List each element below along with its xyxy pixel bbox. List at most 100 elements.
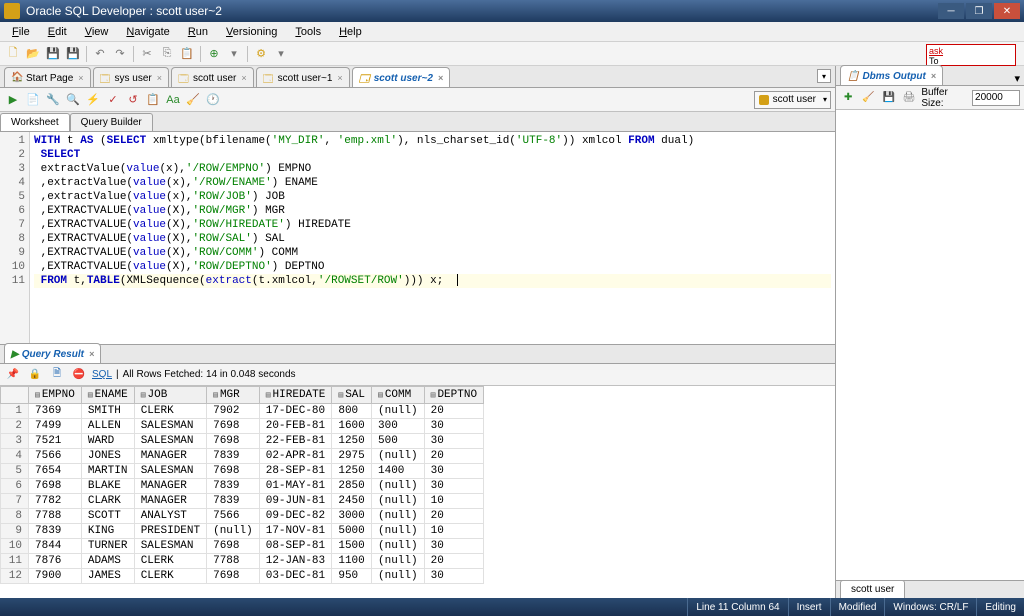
cell[interactable]: 2450 bbox=[332, 494, 372, 509]
menu-tools[interactable]: Tools bbox=[287, 24, 329, 40]
code-line-4[interactable]: ,extractValue(value(x),'/ROW/ENAME') ENA… bbox=[34, 176, 831, 190]
minimize-button[interactable]: ─ bbox=[938, 3, 964, 19]
cell[interactable]: ANALYST bbox=[134, 509, 206, 524]
tab-dbms-output[interactable]: 📋 Dbms Output × bbox=[840, 65, 943, 85]
tab-scott-user[interactable]: 🗔scott user× bbox=[171, 67, 254, 87]
dbms-conn-tab[interactable]: scott user bbox=[840, 580, 905, 598]
cell[interactable]: 20-FEB-81 bbox=[259, 419, 332, 434]
connect-icon[interactable]: ⊕ bbox=[205, 45, 223, 63]
unshared-ws-icon[interactable]: 📋 bbox=[144, 91, 162, 109]
cell[interactable]: MARTIN bbox=[81, 464, 134, 479]
cell[interactable]: WARD bbox=[81, 434, 134, 449]
cell[interactable]: (null) bbox=[372, 404, 425, 419]
run-script-icon[interactable]: 📄 bbox=[24, 91, 42, 109]
cell[interactable]: MANAGER bbox=[134, 449, 206, 464]
to-uppercase-icon[interactable]: Aa bbox=[164, 91, 182, 109]
cell[interactable]: 7839 bbox=[207, 479, 260, 494]
menu-versioning[interactable]: Versioning bbox=[218, 24, 285, 40]
ask-tom-widget[interactable]: ask To bbox=[926, 44, 1016, 66]
col-mgr[interactable]: ▤MGR bbox=[207, 387, 260, 404]
table-row[interactable]: 107844TURNERSALESMAN769808-SEP-811500(nu… bbox=[1, 539, 484, 554]
cell[interactable]: 09-DEC-82 bbox=[259, 509, 332, 524]
menu-help[interactable]: Help bbox=[331, 24, 370, 40]
col-sal[interactable]: ▤SAL bbox=[332, 387, 372, 404]
cell[interactable]: JONES bbox=[81, 449, 134, 464]
tab-querybuilder[interactable]: Query Builder bbox=[70, 113, 153, 131]
cell[interactable]: KING bbox=[81, 524, 134, 539]
col-job[interactable]: ▤JOB bbox=[134, 387, 206, 404]
print-dbms-icon[interactable]: 🖨 bbox=[901, 89, 917, 107]
cell[interactable]: 30 bbox=[424, 539, 483, 554]
col-hiredate[interactable]: ▤HIREDATE bbox=[259, 387, 332, 404]
tab-scott-user-1[interactable]: 🗔scott user~1× bbox=[256, 67, 350, 87]
cell[interactable]: (null) bbox=[372, 479, 425, 494]
cell[interactable]: 08-SEP-81 bbox=[259, 539, 332, 554]
tab-sys-user[interactable]: 🗔sys user× bbox=[93, 67, 170, 87]
rollback-icon[interactable]: ↺ bbox=[124, 91, 142, 109]
cell[interactable]: 7566 bbox=[29, 449, 82, 464]
cell[interactable]: 01-MAY-81 bbox=[259, 479, 332, 494]
autotrace-icon[interactable]: 🔧 bbox=[44, 91, 62, 109]
cell[interactable]: JAMES bbox=[81, 569, 134, 584]
cell[interactable]: 7839 bbox=[29, 524, 82, 539]
cell[interactable]: 03-DEC-81 bbox=[259, 569, 332, 584]
cell[interactable]: 7902 bbox=[207, 404, 260, 419]
cell[interactable]: 30 bbox=[424, 434, 483, 449]
cell[interactable]: 300 bbox=[372, 419, 425, 434]
table-row[interactable]: 97839KINGPRESIDENT(null)17-NOV-815000(nu… bbox=[1, 524, 484, 539]
cell[interactable]: 10 bbox=[424, 524, 483, 539]
cell[interactable]: 10 bbox=[424, 494, 483, 509]
close-tab-icon[interactable]: × bbox=[438, 73, 443, 83]
cell[interactable]: ADAMS bbox=[81, 554, 134, 569]
cell[interactable]: 7844 bbox=[29, 539, 82, 554]
maximize-button[interactable]: ❐ bbox=[966, 3, 992, 19]
cell[interactable]: BLAKE bbox=[81, 479, 134, 494]
cell[interactable]: (null) bbox=[372, 554, 425, 569]
dropdown-icon[interactable]: ▾ bbox=[225, 45, 243, 63]
col-comm[interactable]: ▤COMM bbox=[372, 387, 425, 404]
clear-dbms-icon[interactable]: 🧹 bbox=[860, 89, 876, 107]
cell[interactable]: MANAGER bbox=[134, 479, 206, 494]
cell[interactable]: SCOTT bbox=[81, 509, 134, 524]
new-icon[interactable]: 🗋 bbox=[4, 45, 22, 63]
pin-icon[interactable]: 📌 bbox=[4, 366, 22, 384]
menu-navigate[interactable]: Navigate bbox=[118, 24, 177, 40]
cell[interactable]: 7788 bbox=[207, 554, 260, 569]
explain-plan-icon[interactable]: 🔍 bbox=[64, 91, 82, 109]
cell[interactable]: CLERK bbox=[134, 404, 206, 419]
cell[interactable]: SMITH bbox=[81, 404, 134, 419]
cancel-icon[interactable]: ⛔ bbox=[70, 366, 88, 384]
sql-editor[interactable]: 1234567891011 WITH t AS (SELECT xmltype(… bbox=[0, 132, 835, 344]
cell[interactable]: 1250 bbox=[332, 464, 372, 479]
dropdown2-icon[interactable]: ▾ bbox=[272, 45, 290, 63]
paste-icon[interactable]: 📋 bbox=[178, 45, 196, 63]
sql-history-icon[interactable]: 🕐 bbox=[204, 91, 222, 109]
cell[interactable]: 28-SEP-81 bbox=[259, 464, 332, 479]
cell[interactable]: 7698 bbox=[207, 539, 260, 554]
close-tab-icon[interactable]: × bbox=[157, 73, 162, 83]
table-row[interactable]: 67698BLAKEMANAGER783901-MAY-812850(null)… bbox=[1, 479, 484, 494]
cell[interactable]: 1500 bbox=[332, 539, 372, 554]
tab-worksheet[interactable]: Worksheet bbox=[0, 113, 70, 131]
cell[interactable]: 20 bbox=[424, 554, 483, 569]
cell[interactable]: (null) bbox=[372, 569, 425, 584]
table-row[interactable]: 47566JONESMANAGER783902-APR-812975(null)… bbox=[1, 449, 484, 464]
cell[interactable]: 5000 bbox=[332, 524, 372, 539]
cell[interactable]: SALESMAN bbox=[134, 434, 206, 449]
cell[interactable]: 12-JAN-83 bbox=[259, 554, 332, 569]
cell[interactable]: 1250 bbox=[332, 434, 372, 449]
cell[interactable]: 7698 bbox=[207, 464, 260, 479]
table-row[interactable]: 57654MARTINSALESMAN769828-SEP-8112501400… bbox=[1, 464, 484, 479]
cell[interactable]: 7698 bbox=[29, 479, 82, 494]
code-line-9[interactable]: ,EXTRACTVALUE(value(X),'ROW/COMM') COMM bbox=[34, 246, 831, 260]
cell[interactable]: 500 bbox=[372, 434, 425, 449]
sql-tuning-icon[interactable]: ⚡ bbox=[84, 91, 102, 109]
code-area[interactable]: WITH t AS (SELECT xmltype(bfilename('MY_… bbox=[30, 132, 835, 344]
col-ename[interactable]: ▤ENAME bbox=[81, 387, 134, 404]
redo-icon[interactable]: ↷ bbox=[111, 45, 129, 63]
table-row[interactable]: 77782CLARKMANAGER783909-JUN-812450(null)… bbox=[1, 494, 484, 509]
cell[interactable]: PRESIDENT bbox=[134, 524, 206, 539]
cell[interactable]: (null) bbox=[372, 494, 425, 509]
col-deptno[interactable]: ▤DEPTNO bbox=[424, 387, 483, 404]
cell[interactable]: 2975 bbox=[332, 449, 372, 464]
